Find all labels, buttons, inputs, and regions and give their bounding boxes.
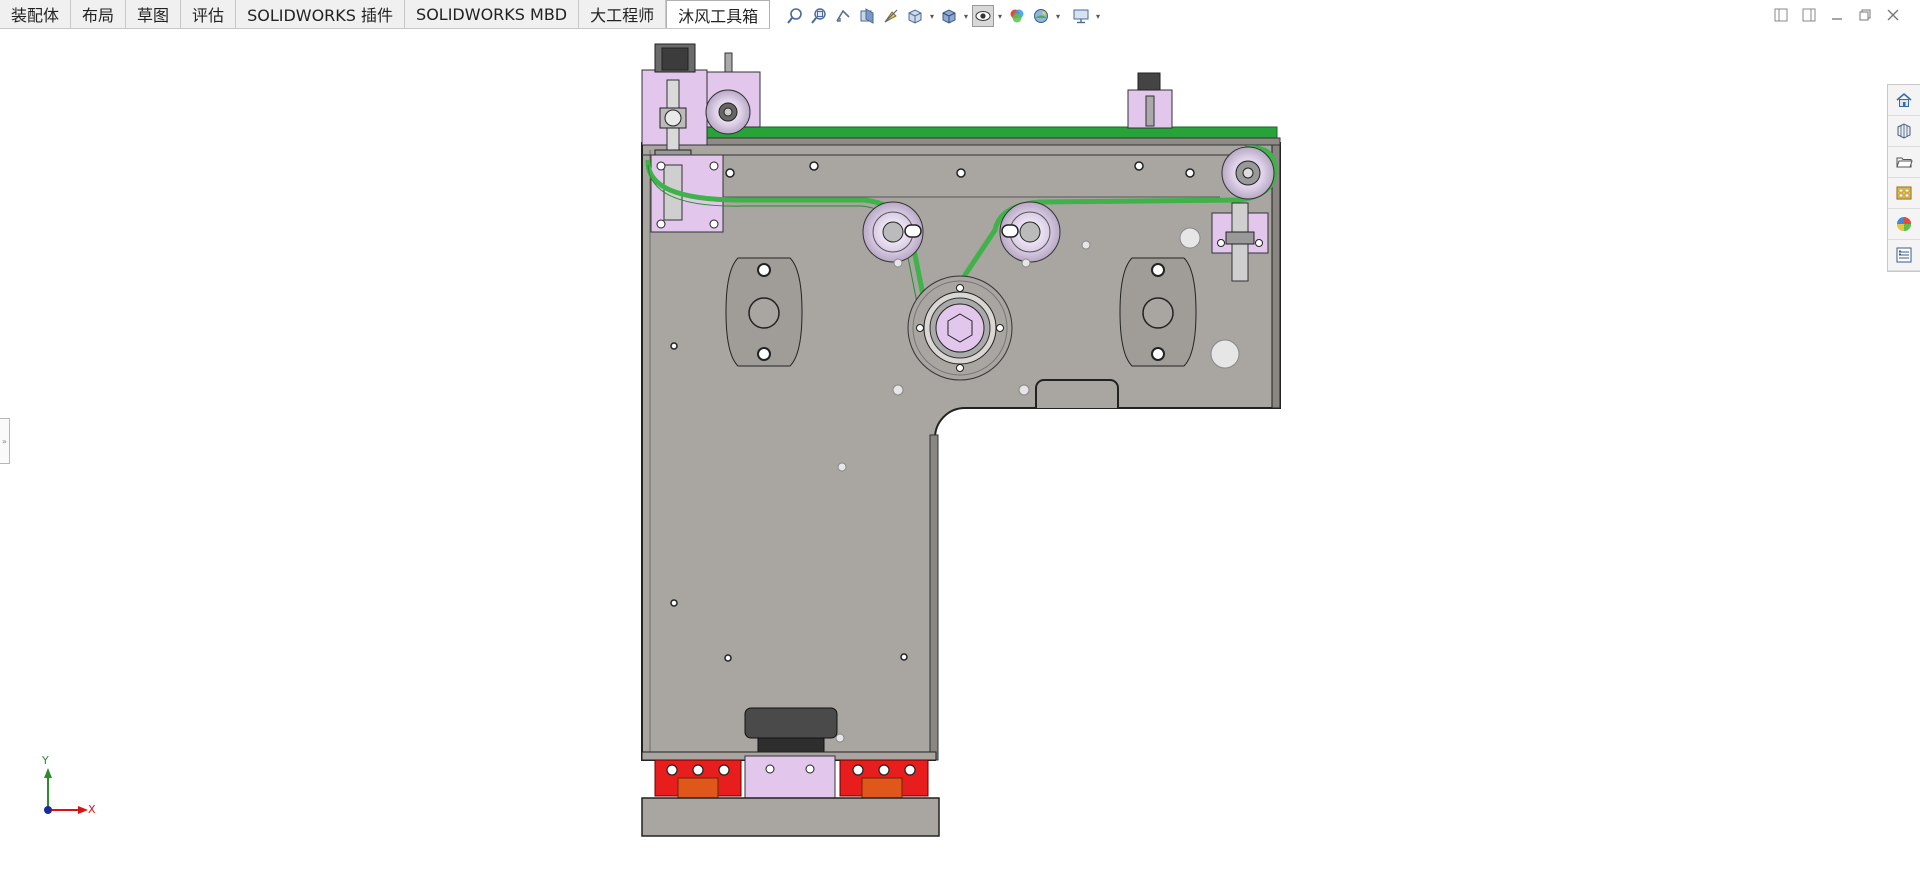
- x-axis-label: X: [88, 803, 96, 816]
- bottom-knob: [744, 707, 838, 739]
- carriage-center: [744, 755, 836, 799]
- base-rail: [641, 797, 940, 837]
- model-viewport[interactable]: [0, 0, 1920, 881]
- y-axis-label: Y: [42, 754, 49, 767]
- coordinate-triad: Y X: [36, 754, 106, 818]
